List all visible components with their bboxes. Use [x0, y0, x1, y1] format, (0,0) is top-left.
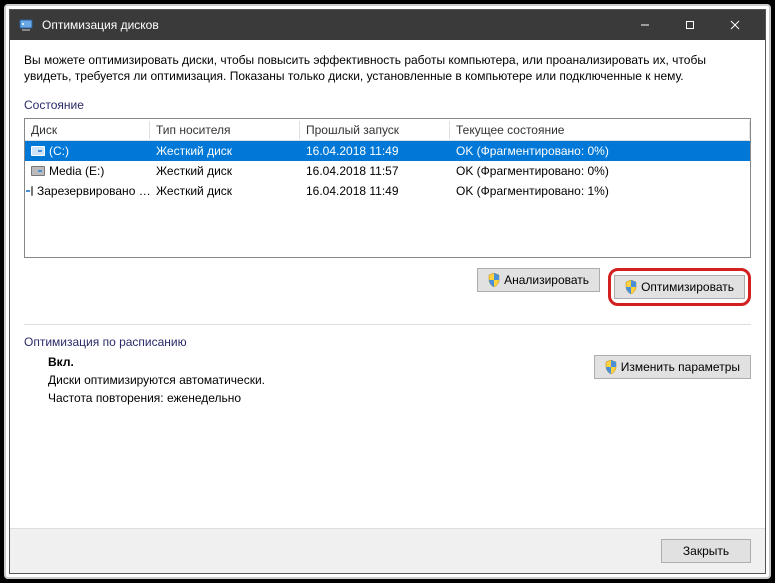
- titlebar: Оптимизация дисков: [10, 10, 765, 40]
- media-type: Жесткий диск: [150, 142, 300, 160]
- table-row[interactable]: Зарезервировано … Жесткий диск 16.04.201…: [25, 181, 750, 201]
- media-type: Жесткий диск: [150, 182, 300, 200]
- drive-icon: [31, 146, 45, 156]
- maximize-button[interactable]: [667, 10, 712, 40]
- header-last-run[interactable]: Прошлый запуск: [300, 121, 450, 139]
- drives-table: Диск Тип носителя Прошлый запуск Текущее…: [24, 118, 751, 258]
- shield-icon: [488, 273, 500, 287]
- last-run: 16.04.2018 11:49: [300, 182, 450, 200]
- last-run: 16.04.2018 11:57: [300, 162, 450, 180]
- status-section-label: Состояние: [24, 98, 751, 112]
- disk-name: Media (E:): [49, 164, 104, 178]
- window-title: Оптимизация дисков: [42, 18, 622, 32]
- change-settings-button[interactable]: Изменить параметры: [594, 355, 751, 379]
- separator: [24, 324, 751, 325]
- schedule-info: Вкл. Диски оптимизируются автоматически.…: [24, 355, 574, 409]
- disk-name: Зарезервировано …: [37, 184, 150, 198]
- table-row[interactable]: (C:) Жесткий диск 16.04.2018 11:49 OK (Ф…: [25, 141, 750, 161]
- footer: Закрыть: [10, 528, 765, 573]
- last-run: 16.04.2018 11:49: [300, 142, 450, 160]
- media-type: Жесткий диск: [150, 162, 300, 180]
- current-status: OK (Фрагментировано: 1%): [450, 182, 750, 200]
- highlighted-optimize: Оптимизировать: [608, 268, 751, 306]
- current-status: OK (Фрагментировано: 0%): [450, 142, 750, 160]
- schedule-section-label: Оптимизация по расписанию: [24, 335, 751, 349]
- header-status[interactable]: Текущее состояние: [450, 121, 750, 139]
- current-status: OK (Фрагментировано: 0%): [450, 162, 750, 180]
- optimize-button[interactable]: Оптимизировать: [614, 275, 745, 299]
- minimize-button[interactable]: [622, 10, 667, 40]
- schedule-frequency: Частота повторения: еженедельно: [48, 391, 574, 405]
- header-media[interactable]: Тип носителя: [150, 121, 300, 139]
- close-dialog-button[interactable]: Закрыть: [661, 539, 751, 563]
- table-header: Диск Тип носителя Прошлый запуск Текущее…: [25, 119, 750, 141]
- drive-icon: [31, 186, 33, 196]
- close-button[interactable]: [712, 10, 757, 40]
- header-disk[interactable]: Диск: [25, 121, 150, 139]
- schedule-status: Вкл.: [48, 355, 574, 369]
- shield-icon: [625, 280, 637, 294]
- analyze-button[interactable]: Анализировать: [477, 268, 600, 292]
- description-text: Вы можете оптимизировать диски, чтобы по…: [24, 52, 751, 84]
- optimize-drives-window: Оптимизация дисков Вы можете оптимизиров…: [9, 9, 766, 574]
- disk-name: (C:): [49, 144, 69, 158]
- table-row[interactable]: Media (E:) Жесткий диск 16.04.2018 11:57…: [25, 161, 750, 181]
- shield-icon: [605, 360, 617, 374]
- schedule-auto-text: Диски оптимизируются автоматически.: [48, 373, 574, 387]
- app-icon: [18, 17, 34, 33]
- drive-icon: [31, 166, 45, 176]
